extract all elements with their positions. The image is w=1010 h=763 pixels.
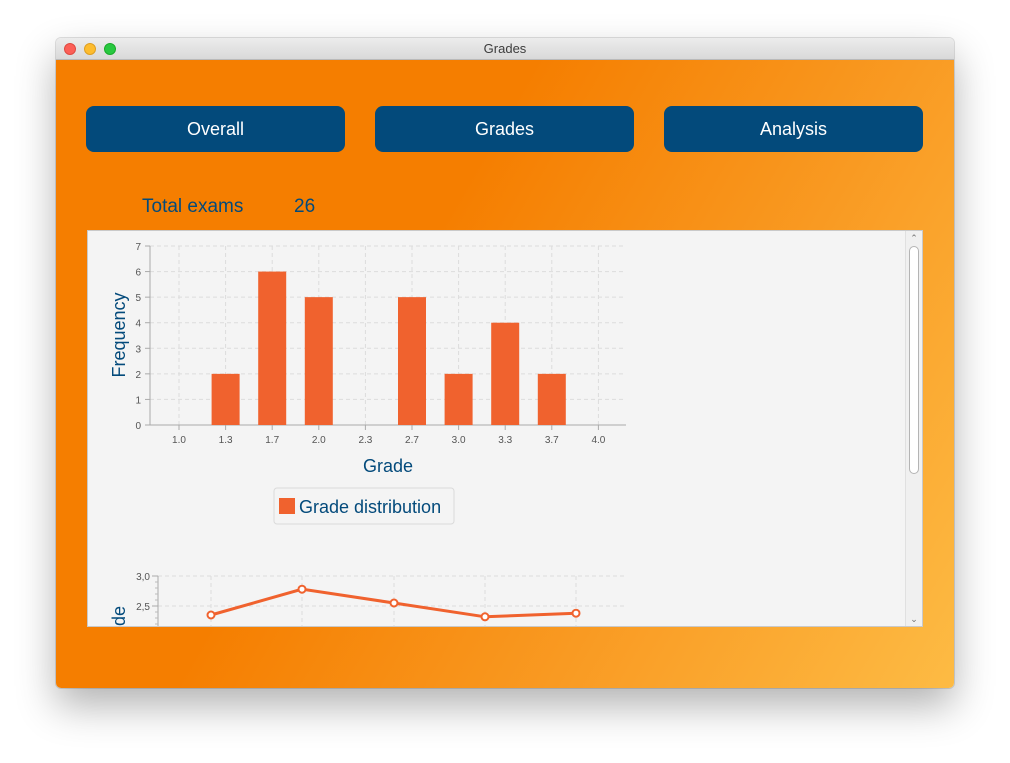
- line-point: [480, 612, 490, 622]
- bar: [304, 297, 333, 425]
- line-point: [389, 598, 399, 608]
- bar-y-tick-label: 7: [135, 242, 141, 253]
- bar-y-tick-label: 5: [135, 293, 141, 304]
- bar-x-tick-label: 1.3: [219, 435, 233, 446]
- bar-chart-x-label: Grade: [363, 456, 413, 476]
- bar: [537, 373, 566, 425]
- legend-label: Grade distribution: [299, 497, 441, 517]
- bar-x-tick-label: 3.3: [498, 435, 512, 446]
- vertical-scrollbar[interactable]: ⌃ ⌄: [905, 231, 922, 626]
- total-exams-label: Total exams: [142, 196, 244, 217]
- bar-chart-x-ticks: 1.0 1.3 1.7 2.0 2.3 2.7 3.0 3.3 3.7 4.0: [172, 425, 606, 446]
- legend-swatch: [279, 498, 295, 514]
- bar-y-tick-label: 6: [135, 268, 141, 279]
- chevron-up-icon[interactable]: ⌃: [906, 231, 922, 245]
- bar-chart-y-label: Frequency: [109, 292, 129, 377]
- bar-x-tick-label: 1.7: [265, 435, 279, 446]
- line-chart-y-ticks: 2,5 3,0: [136, 572, 158, 613]
- bar-x-tick-label: 3.7: [545, 435, 559, 446]
- analysis-button[interactable]: Analysis: [664, 106, 923, 152]
- chevron-down-icon[interactable]: ⌄: [906, 612, 922, 626]
- bar-chart-legend: Grade distribution: [273, 487, 455, 525]
- scrollbar-thumb[interactable]: [909, 246, 919, 474]
- bar: [258, 271, 287, 425]
- line-point: [206, 610, 216, 620]
- charts-canvas: 01234567 1.0 1.3 1.7 2.0 2.3 2.7 3.0 3.3 3.7 4.0 …: [109, 242, 626, 626]
- line-point: [297, 584, 307, 594]
- bar-y-tick-label: 0: [135, 421, 141, 432]
- charts-scroll-panel[interactable]: 01234567 1.0 1.3 1.7 2.0 2.3 2.7 3.0 3.3 3.7 4.0 …: [87, 230, 923, 627]
- bar-chart-y-ticks: 0 1 2 3 4 5 6 7: [135, 242, 150, 432]
- bar-x-tick-label: 4.0: [591, 435, 605, 446]
- grades-button[interactable]: Grades: [375, 106, 634, 152]
- bar-x-tick-label: 2.3: [358, 435, 372, 446]
- overall-button[interactable]: Overall: [86, 106, 345, 152]
- bar-y-tick-label: 2: [135, 370, 141, 381]
- bar-x-tick-label: 2.0: [312, 435, 326, 446]
- window-title: Grades: [483, 41, 527, 56]
- title-bar: Grades: [56, 38, 954, 60]
- bar-x-tick-label: 2.7: [405, 435, 419, 446]
- bar: [491, 322, 520, 425]
- bar-y-tick-label: 4: [135, 319, 141, 330]
- total-exams-value: 26: [294, 196, 316, 217]
- bar: [211, 373, 240, 425]
- bar: [444, 373, 473, 425]
- main-content: Overall Grades Analysis Total exams 26 0…: [56, 60, 954, 688]
- line-y-tick-label: 3,0: [136, 572, 150, 583]
- bar-y-tick-label: 3: [135, 344, 141, 355]
- bar-x-tick-label: 1.0: [172, 435, 186, 446]
- bar-x-tick-label: 3.0: [452, 435, 466, 446]
- line-chart-y-label: de: [109, 606, 129, 626]
- bar: [398, 297, 426, 425]
- line-y-tick-label: 2,5: [136, 602, 150, 613]
- line-point: [571, 608, 581, 618]
- bar-y-tick-label: 1: [135, 395, 141, 406]
- app-window: Grades Overall Grades Analysis Total exa…: [56, 38, 954, 688]
